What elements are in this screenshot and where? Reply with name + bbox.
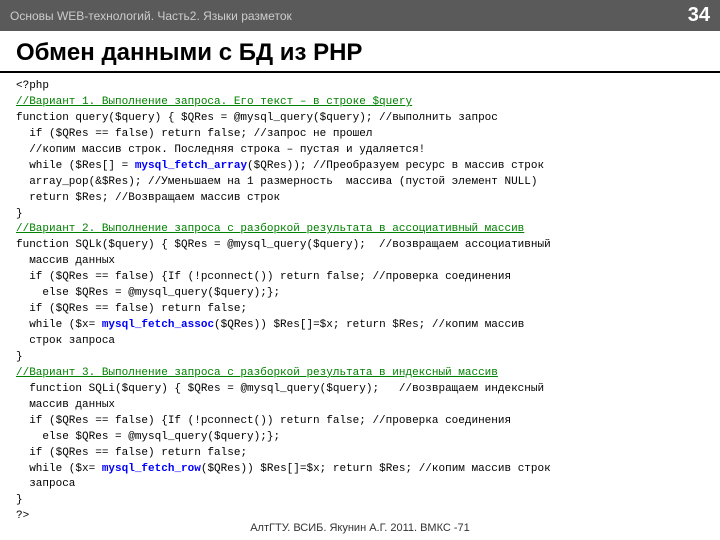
code-line-24: if ($QRes == false) return false; [16, 446, 704, 462]
code-line-12: массив данных [16, 254, 704, 270]
code-line-23: else $QRes = @mysql_query($query);}; [16, 430, 704, 446]
code-line-9: } [16, 207, 704, 223]
code-line-11: function SQLk($query) { $QRes = @mysql_q… [16, 238, 704, 254]
code-line-25: while ($x= mysql_fetch_row($QRes)) $Res[… [16, 462, 704, 478]
code-line-3: function query($query) { $QRes = @mysql_… [16, 111, 704, 127]
footer: АлтГТУ. ВСИБ. Якунин А.Г. 2011. ВМКС -71 [0, 522, 720, 534]
header-title: Основы WEB-технологий. Часть2. Языки раз… [10, 9, 292, 23]
code-line-27: } [16, 493, 704, 509]
code-line-20: function SQLi($query) { $QRes = @mysql_q… [16, 382, 704, 398]
footer-text: АлтГТУ. ВСИБ. Якунин А.Г. 2011. ВМКС -71 [250, 522, 470, 534]
code-line-15: if ($QRes == false) return false; [16, 302, 704, 318]
code-line-4: if ($QRes == false) return false; //запр… [16, 127, 704, 143]
code-line-10: //Вариант 2. Выполнение запроса с разбор… [16, 222, 704, 238]
code-line-13: if ($QRes == false) {If (!pconnect()) re… [16, 270, 704, 286]
header-bar: Основы WEB-технологий. Часть2. Языки раз… [0, 0, 720, 31]
code-line-6: while ($Res[] = mysql_fetch_array($QRes)… [16, 159, 704, 175]
code-line-1: <?php [16, 79, 704, 95]
code-line-22: if ($QRes == false) {If (!pconnect()) re… [16, 414, 704, 430]
code-line-16: while ($x= mysql_fetch_assoc($QRes)) $Re… [16, 318, 704, 334]
code-line-2: //Вариант 1. Выполнение запроса. Его тек… [16, 95, 704, 111]
code-line-18: } [16, 350, 704, 366]
code-line-7: array_pop(&$Res); //Уменьшаем на 1 разме… [16, 175, 704, 191]
code-line-26: запроса [16, 477, 704, 493]
code-area: <?php //Вариант 1. Выполнение запроса. Е… [0, 79, 720, 525]
code-line-8: return $Res; //Возвращаем массив строк [16, 191, 704, 207]
slide-title: Обмен данными с БД из PHP [0, 31, 720, 73]
code-line-19: //Вариант 3. Выполнение запроса с разбор… [16, 366, 704, 382]
code-line-17: строк запроса [16, 334, 704, 350]
code-line-5: //копим массив строк. Последняя строка –… [16, 143, 704, 159]
code-line-21: массив данных [16, 398, 704, 414]
slide-number: 34 [688, 4, 710, 27]
code-line-14: else $QRes = @mysql_query($query);}; [16, 286, 704, 302]
